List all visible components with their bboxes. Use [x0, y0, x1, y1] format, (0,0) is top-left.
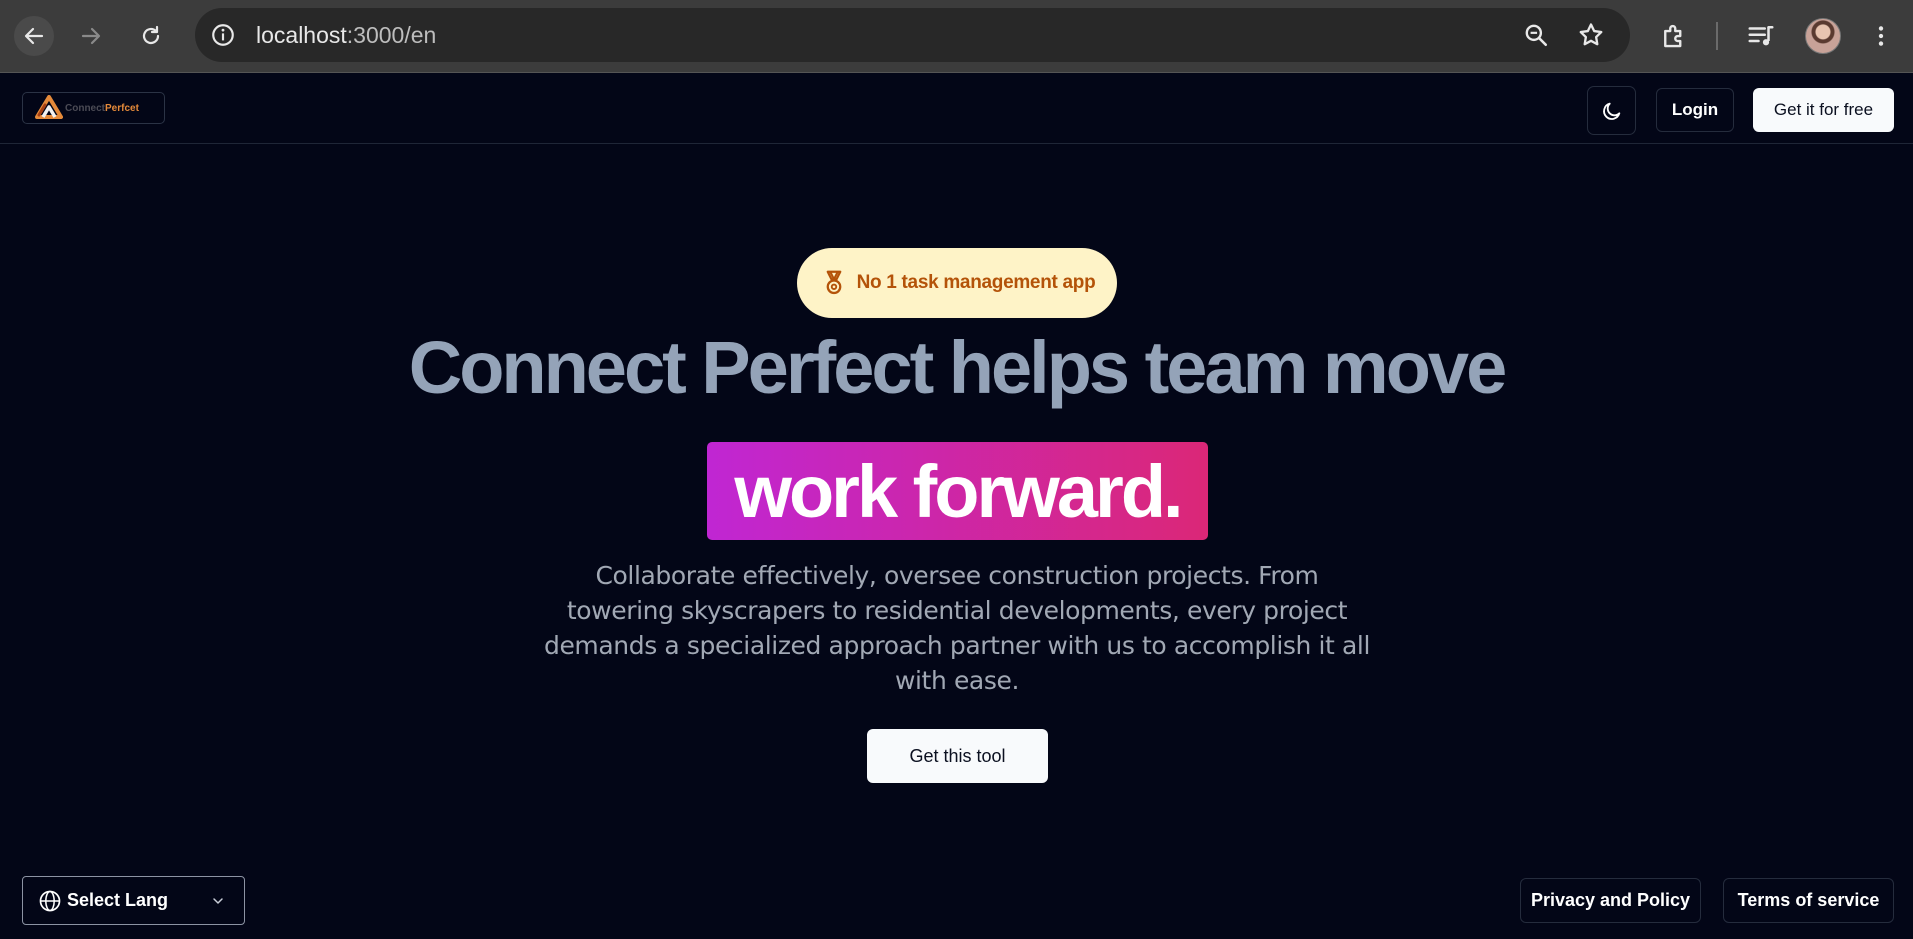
zoom-icon[interactable] [1522, 21, 1550, 49]
toolbar-divider [1716, 22, 1718, 50]
medal-icon [826, 270, 841, 295]
chevron-down-icon [210, 893, 226, 909]
more-menu-icon[interactable] [1863, 18, 1899, 54]
privacy-policy-button[interactable]: Privacy and Policy [1520, 878, 1701, 923]
login-button[interactable]: Login [1656, 88, 1734, 132]
extensions-icon[interactable] [1656, 18, 1692, 54]
logo-mark-icon [35, 95, 63, 119]
theme-toggle-button[interactable] [1587, 86, 1636, 135]
hero-highlight: work forward. [707, 442, 1208, 540]
logo-text-connect: Connect [65, 102, 105, 114]
url-host: localhost [256, 22, 347, 48]
profile-avatar[interactable] [1805, 18, 1841, 54]
logo-text-perfect: Perfcet [105, 102, 139, 114]
hero-badge: No 1 task management app [797, 248, 1117, 318]
get-this-tool-button[interactable]: Get this tool [867, 729, 1048, 783]
site-logo[interactable]: ConnectPerfcet [22, 92, 165, 124]
terms-of-service-button[interactable]: Terms of service [1723, 878, 1894, 923]
media-queue-icon[interactable] [1743, 18, 1779, 54]
badge-label: No 1 task management app [856, 272, 1096, 293]
language-select[interactable]: Select Lang [22, 876, 245, 925]
hero-description: Collaborate effectively, oversee constru… [543, 561, 1371, 695]
globe-icon [38, 889, 62, 913]
moon-icon [1602, 102, 1620, 120]
hero-headline: Connect Perfect helps team move [408, 326, 1507, 409]
url-text[interactable]: localhost:3000/en [256, 22, 436, 49]
back-button[interactable] [14, 16, 54, 56]
logo-text: ConnectPerfcet [65, 103, 139, 114]
reload-icon [142, 25, 160, 45]
language-select-label: Select Lang [67, 890, 169, 910]
reload-button[interactable] [131, 16, 171, 56]
get-it-free-button[interactable]: Get it for free [1753, 88, 1894, 132]
forward-icon [81, 27, 101, 45]
site-header: ConnectPerfcet Login Get it for free [0, 74, 1913, 144]
url-path: :3000/en [346, 22, 437, 48]
address-bar[interactable]: localhost:3000/en [195, 8, 1630, 62]
forward-button[interactable] [71, 16, 111, 56]
bookmark-star-icon[interactable] [1577, 21, 1605, 49]
back-icon [24, 27, 44, 45]
site-info-icon[interactable] [209, 21, 237, 49]
browser-toolbar: localhost:3000/en [0, 0, 1913, 73]
